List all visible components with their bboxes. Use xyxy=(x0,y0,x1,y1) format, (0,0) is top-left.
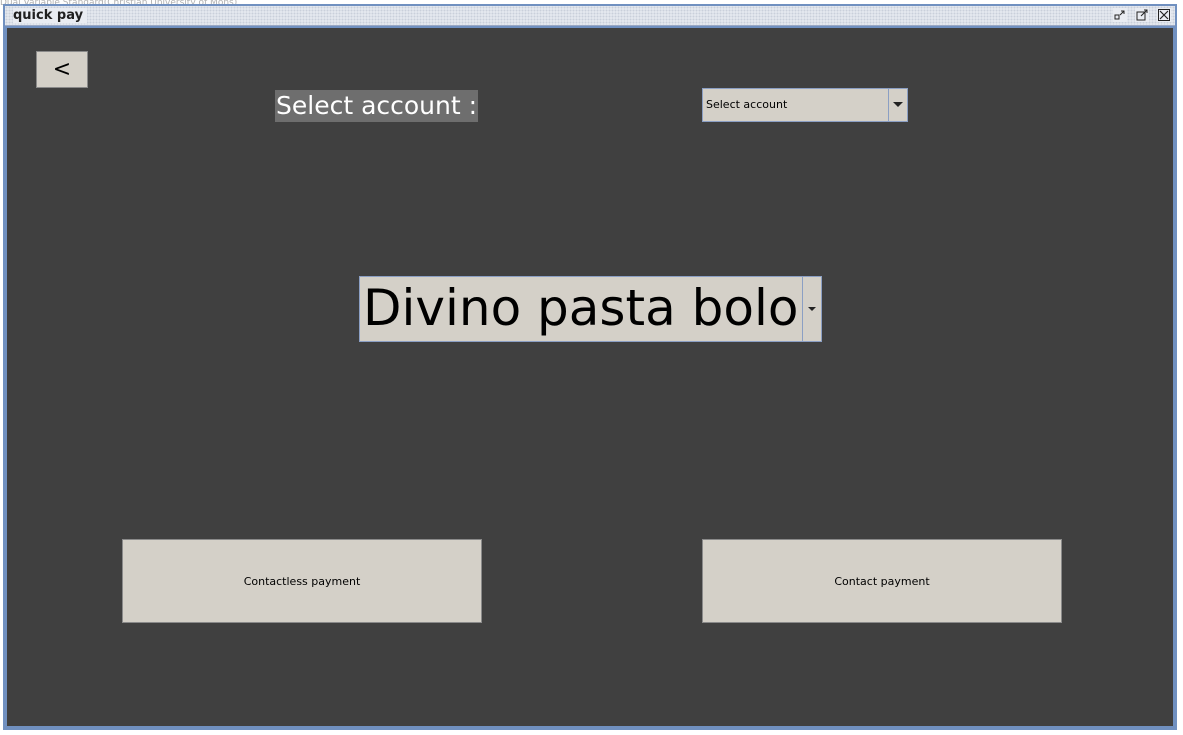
title-bar[interactable]: quick pay xyxy=(5,6,1175,26)
window-title: quick pay xyxy=(13,8,88,23)
contactless-payment-button[interactable]: Contactless payment xyxy=(122,539,482,623)
chevron-down-icon[interactable] xyxy=(888,89,907,121)
account-select-value: Select account xyxy=(706,98,788,111)
item-select[interactable]: Divino pasta bolo xyxy=(359,276,822,342)
main-panel: < Select account : Select account Divino… xyxy=(7,28,1173,726)
item-select-value: Divino pasta bolo xyxy=(363,279,799,337)
quick-pay-window: quick pay < Select account: Select acco… xyxy=(3,4,1177,730)
maximize-icon[interactable] xyxy=(1135,8,1149,22)
account-label: Select account : xyxy=(275,90,479,122)
close-icon[interactable] xyxy=(1157,8,1171,22)
account-select[interactable]: Select account xyxy=(702,88,908,122)
window-controls xyxy=(1113,8,1171,22)
back-button[interactable]: < xyxy=(36,51,88,88)
chevron-down-icon[interactable] xyxy=(802,277,821,341)
minimize-icon[interactable] xyxy=(1113,8,1127,22)
contact-payment-button[interactable]: Contact payment xyxy=(702,539,1062,623)
